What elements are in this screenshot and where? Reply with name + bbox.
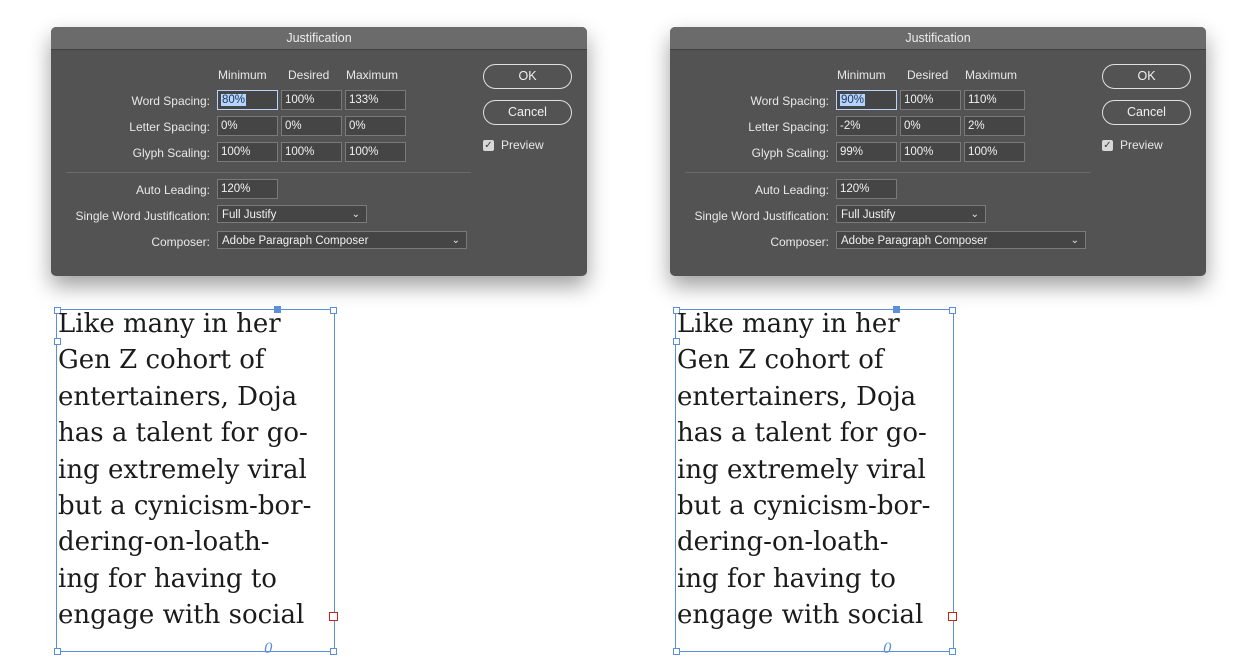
frame-handle[interactable] — [330, 648, 337, 655]
word-spacing-max-input[interactable]: 110% — [964, 90, 1025, 110]
glyph-scaling-label: Glyph Scaling: — [751, 146, 829, 160]
divider — [685, 172, 1090, 173]
auto-leading-label: Auto Leading: — [135, 183, 210, 197]
text-line: dering-on-loath- — [58, 527, 270, 558]
overset-text-icon[interactable] — [329, 612, 338, 621]
letter-spacing-desired-input[interactable]: 0% — [900, 116, 961, 136]
composer-label: Composer: — [770, 235, 829, 249]
column-header-desired: Desired — [907, 68, 949, 82]
glyph-scaling-min-input[interactable]: 99% — [836, 142, 897, 162]
checkmark-icon: ✓ — [1103, 140, 1112, 151]
auto-leading-label: Auto Leading: — [754, 183, 829, 197]
dialog-title: Justification — [51, 27, 587, 50]
column-header-minimum: Minimum — [218, 68, 267, 82]
frame-handle[interactable] — [949, 648, 956, 655]
glyph-scaling-label: Glyph Scaling: — [132, 146, 210, 160]
chevron-down-icon: ⌄ — [351, 209, 360, 220]
auto-leading-input[interactable]: 120% — [217, 179, 278, 199]
text-line: Gen Z cohort of — [677, 345, 884, 376]
overset-text-icon[interactable] — [948, 612, 957, 621]
column-header-maximum: Maximum — [965, 68, 1018, 82]
text-line: entertainers, Doja — [677, 381, 917, 412]
ok-button[interactable]: OK — [1102, 64, 1191, 89]
text-line: Gen Z cohort of — [58, 345, 265, 376]
text-line: engage with social — [58, 600, 305, 631]
word-spacing-label: Word Spacing: — [750, 94, 830, 108]
single-word-justification-dropdown[interactable]: Full Justify ⌄ — [217, 205, 367, 223]
selected-text: 90% — [840, 94, 866, 106]
frame-handle[interactable] — [673, 648, 680, 655]
text-line: Like many in her — [677, 309, 900, 339]
composer-dropdown[interactable]: Adobe Paragraph Composer ⌄ — [836, 231, 1086, 249]
text-line: ing for having to — [677, 563, 896, 594]
word-spacing-max-input[interactable]: 133% — [345, 90, 406, 110]
text-line: ing for having to — [58, 563, 277, 594]
preview-label: Preview — [501, 138, 544, 152]
text-line: ing extremely viral — [677, 454, 926, 485]
chevron-down-icon: ⌄ — [970, 209, 979, 220]
dialog-title: Justification — [670, 27, 1206, 50]
text-line: ing extremely viral — [58, 454, 307, 485]
letter-spacing-max-input[interactable]: 2% — [964, 116, 1025, 136]
cancel-button[interactable]: Cancel — [483, 100, 572, 125]
text-line: Like many in her — [58, 309, 281, 339]
text-line: entertainers, Doja — [58, 381, 298, 412]
letter-spacing-min-input[interactable]: 0% — [217, 116, 278, 136]
text-line: dering-on-loath- — [677, 527, 889, 558]
divider — [66, 172, 471, 173]
checkmark-icon: ✓ — [484, 140, 493, 151]
letter-spacing-label: Letter Spacing: — [748, 120, 829, 134]
cancel-button[interactable]: Cancel — [1102, 100, 1191, 125]
letter-spacing-max-input[interactable]: 0% — [345, 116, 406, 136]
auto-leading-input[interactable]: 120% — [836, 179, 897, 199]
single-word-justification-value: Full Justify — [222, 209, 277, 221]
word-spacing-desired-input[interactable]: 100% — [281, 90, 342, 110]
justified-body-text[interactable]: Like many in her Gen Z cohort of entertain… — [677, 306, 953, 634]
composer-label: Composer: — [151, 235, 210, 249]
ok-button[interactable]: OK — [483, 64, 572, 89]
glyph-scaling-max-input[interactable]: 100% — [345, 142, 406, 162]
panel: Justification Minimum Desired Maximum Wo… — [670, 0, 1230, 659]
preview-checkbox[interactable]: ✓ — [483, 140, 494, 151]
text-line: has a talent for go- — [677, 418, 927, 449]
preview-label: Preview — [1120, 138, 1163, 152]
word-spacing-min-input[interactable]: 80% — [217, 90, 278, 110]
text-line: but a cynicism-bor- — [58, 491, 312, 522]
glyph-scaling-min-input[interactable]: 100% — [217, 142, 278, 162]
column-header-desired: Desired — [288, 68, 330, 82]
glyph-scaling-desired-input[interactable]: 100% — [281, 142, 342, 162]
preview-checkbox[interactable]: ✓ — [1102, 140, 1113, 151]
single-word-justification-label: Single Word Justification: — [694, 209, 829, 223]
justification-dialog: Justification Minimum Desired Maximum Wo… — [670, 27, 1206, 276]
single-word-justification-value: Full Justify — [841, 209, 896, 221]
text-line: but a cynicism-bor- — [677, 491, 931, 522]
selected-text: 80% — [221, 94, 247, 106]
letter-spacing-min-input[interactable]: -2% — [836, 116, 897, 136]
composer-value: Adobe Paragraph Composer — [841, 235, 988, 247]
panel: Justification Minimum Desired Maximum Wo… — [51, 0, 611, 659]
chevron-down-icon: ⌄ — [1070, 235, 1079, 246]
word-spacing-min-input[interactable]: 90% — [836, 90, 897, 110]
single-word-justification-dropdown[interactable]: Full Justify ⌄ — [836, 205, 986, 223]
composer-value: Adobe Paragraph Composer — [222, 235, 369, 247]
justified-body-text[interactable]: Like many in her Gen Z cohort of entertain… — [58, 306, 334, 634]
letter-spacing-desired-input[interactable]: 0% — [281, 116, 342, 136]
justification-dialog: Justification Minimum Desired Maximum Wo… — [51, 27, 587, 276]
column-header-minimum: Minimum — [837, 68, 886, 82]
frame-handle[interactable] — [54, 648, 61, 655]
glyph-scaling-desired-input[interactable]: 100% — [900, 142, 961, 162]
word-spacing-label: Word Spacing: — [131, 94, 211, 108]
text-line: engage with social — [677, 600, 924, 631]
text-thread-icon: 0 — [264, 641, 273, 657]
glyph-scaling-max-input[interactable]: 100% — [964, 142, 1025, 162]
column-header-maximum: Maximum — [346, 68, 399, 82]
text-thread-icon: 0 — [883, 641, 892, 657]
single-word-justification-label: Single Word Justification: — [75, 209, 210, 223]
composer-dropdown[interactable]: Adobe Paragraph Composer ⌄ — [217, 231, 467, 249]
text-line: has a talent for go- — [58, 418, 308, 449]
word-spacing-desired-input[interactable]: 100% — [900, 90, 961, 110]
letter-spacing-label: Letter Spacing: — [129, 120, 210, 134]
chevron-down-icon: ⌄ — [451, 235, 460, 246]
